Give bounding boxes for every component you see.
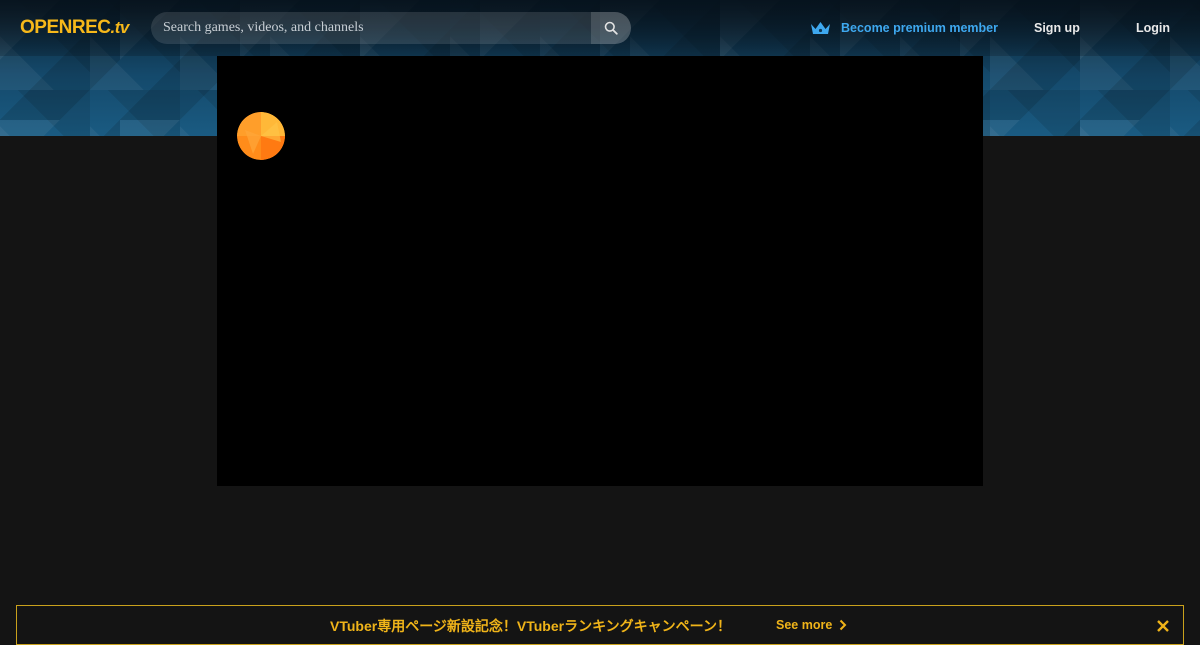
login-link[interactable]: Login (1136, 18, 1170, 38)
premium-label: Become premium member (841, 21, 999, 35)
logo-main-text: OPENREC (20, 17, 111, 38)
video-player[interactable] (217, 56, 983, 486)
search-icon (604, 21, 618, 35)
banner-text: VTuber専用ページ新設記念！VTuberランキングキャンペーン！ (330, 618, 731, 634)
site-header: OPENREC.tv Become premium member Sign up… (0, 0, 1200, 56)
signup-link[interactable]: Sign up (1034, 18, 1080, 38)
campaign-banner: VTuber専用ページ新設記念！VTuberランキングキャンペーン！ See m… (16, 605, 1184, 645)
crown-icon (810, 20, 831, 36)
search-button[interactable] (591, 12, 631, 44)
loading-spinner-icon (237, 112, 285, 160)
openrec-logo[interactable]: OPENREC.tv (20, 16, 129, 40)
search-input[interactable] (151, 12, 591, 44)
chevron-right-icon (839, 619, 847, 631)
banner-close-button[interactable] (1155, 618, 1171, 634)
logo-tld-text: .tv (110, 18, 129, 37)
search-bar (151, 12, 631, 44)
premium-member-link[interactable]: Become premium member (810, 18, 998, 38)
close-icon (1156, 619, 1170, 633)
